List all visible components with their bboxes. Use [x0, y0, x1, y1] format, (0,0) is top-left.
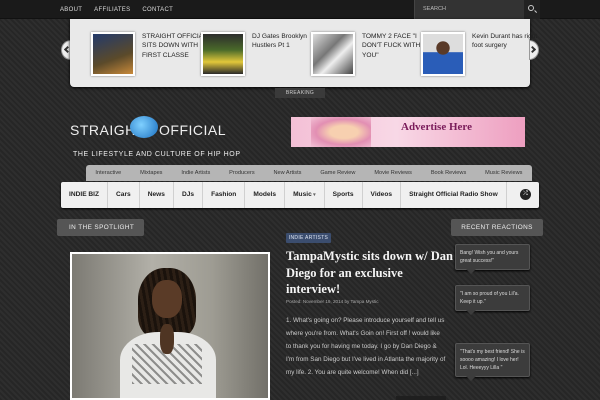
category-movie-reviews[interactable]: Movie Reviews — [374, 170, 412, 176]
top-bar: ABOUT AFFILIATES CONTACT SEARCH — [0, 0, 600, 19]
top-nav-contact-link[interactable]: CONTACT — [142, 7, 173, 13]
top-nav-affiliates-link[interactable]: AFFILIATES — [94, 7, 130, 13]
nav-fashion[interactable]: Fashion — [203, 182, 246, 208]
spotlight-heading: IN THE SPOTLIGHT — [57, 219, 144, 236]
search-box[interactable]: SEARCH — [414, 0, 540, 19]
top-nav-about-link[interactable]: ABOUT — [60, 7, 82, 13]
slider-thumbnail[interactable] — [201, 32, 245, 76]
breaking-tab[interactable]: BREAKING — [275, 88, 325, 98]
category-producers[interactable]: Producers — [229, 170, 255, 176]
reaction-comment-text: Bang! Wish you and yours great success!" — [460, 250, 519, 264]
category-music-reviews[interactable]: Music Reviews — [485, 170, 522, 176]
featured-slider: STRAIGHT OFFICIAL SITS DOWN WITH FIRST C… — [70, 19, 537, 87]
advertise-text: Advertise Here — [401, 121, 472, 133]
nav-videos[interactable]: Videos — [363, 182, 402, 208]
slider-thumbnail[interactable] — [311, 32, 355, 76]
search-button[interactable] — [524, 0, 540, 19]
banner-image — [311, 117, 371, 147]
slider-item[interactable]: DJ Gates Brooklyn Hustlers Pt 1 — [201, 32, 307, 76]
category-book-reviews[interactable]: Book Reviews — [431, 170, 466, 176]
recent-reactions-heading-text: RECENT REACTIONS — [461, 224, 533, 231]
article-excerpt: 1. What's going on? Please introduce you… — [286, 317, 446, 376]
category-mixtapes[interactable]: Mixtapes — [140, 170, 162, 176]
nav-music[interactable]: Music — [285, 182, 325, 208]
slider-item[interactable]: STRAIGHT OFFICIAL SITS DOWN WITH FIRST C… — [91, 32, 206, 76]
category-game-review[interactable]: Game Review — [320, 170, 355, 176]
recent-reactions-heading: RECENT REACTIONS — [451, 219, 543, 236]
category-new-artists[interactable]: New Artists — [273, 170, 301, 176]
category-interactive[interactable]: Interactive — [95, 170, 121, 176]
top-nav: ABOUT AFFILIATES CONTACT — [60, 0, 173, 19]
chevron-right-icon — [528, 45, 537, 54]
article-category-badge[interactable]: INDIE ARTISTS — [286, 233, 331, 243]
site-tagline: THE LIFESTYLE AND CULTURE OF HIP HOP — [73, 151, 241, 158]
slider-thumbnail[interactable] — [421, 32, 465, 76]
category-bar: Interactive Mixtapes Indie Artists Produ… — [86, 165, 532, 181]
shuffle-icon[interactable]: ⤮ — [520, 189, 531, 200]
spotlight-heading-text: IN THE SPOTLIGHT — [69, 224, 135, 231]
reaction-comment[interactable]: "That's my best friend! She is soooo ama… — [455, 343, 530, 381]
article-category-text[interactable]: INDIE ARTISTS — [286, 235, 331, 241]
article-meta: Posted: November 19, 2014 by Tampa Mysti… — [286, 299, 379, 304]
article-title[interactable]: TampaMystic sits down w/ Dan Diego for a… — [286, 248, 456, 298]
reaction-comment-text: "That's my best friend! She is soooo ama… — [460, 349, 525, 371]
main-nav: INDIE BIZ Cars News DJs Fashion Models M… — [61, 182, 539, 208]
slider-thumbnail[interactable] — [91, 32, 135, 76]
reaction-comment[interactable]: Bang! Wish you and yours great success!" — [455, 244, 530, 274]
slider-item[interactable]: Kevin Durant has right foot surgery — [421, 32, 537, 76]
reaction-comment-text: "I am so proud of you Lil'a. Keep it up.… — [460, 291, 519, 305]
nav-news[interactable]: News — [140, 182, 174, 208]
nav-indie-biz[interactable]: INDIE BIZ — [61, 182, 109, 208]
read-more-bar[interactable] — [396, 396, 446, 400]
search-input[interactable]: SEARCH — [423, 6, 446, 12]
logo-emblem-icon — [130, 116, 158, 138]
spotlight-image[interactable] — [70, 252, 270, 400]
category-indie-artists[interactable]: Indie Artists — [181, 170, 210, 176]
nav-models[interactable]: Models — [245, 182, 286, 208]
advertise-banner[interactable]: Advertise Here — [291, 117, 525, 147]
logo-text-official: OFFICIAL — [159, 122, 227, 138]
slider-item[interactable]: TOMMY 2 FACE "I DON'T FUCK WITH YOU" — [311, 32, 420, 76]
nav-cars[interactable]: Cars — [108, 182, 140, 208]
nav-radio-show[interactable]: Straight Official Radio Show — [401, 182, 507, 208]
nav-djs[interactable]: DJs — [174, 182, 204, 208]
reaction-comment[interactable]: "I am so proud of you Lil'a. Keep it up.… — [455, 285, 530, 315]
nav-sports[interactable]: Sports — [325, 182, 363, 208]
